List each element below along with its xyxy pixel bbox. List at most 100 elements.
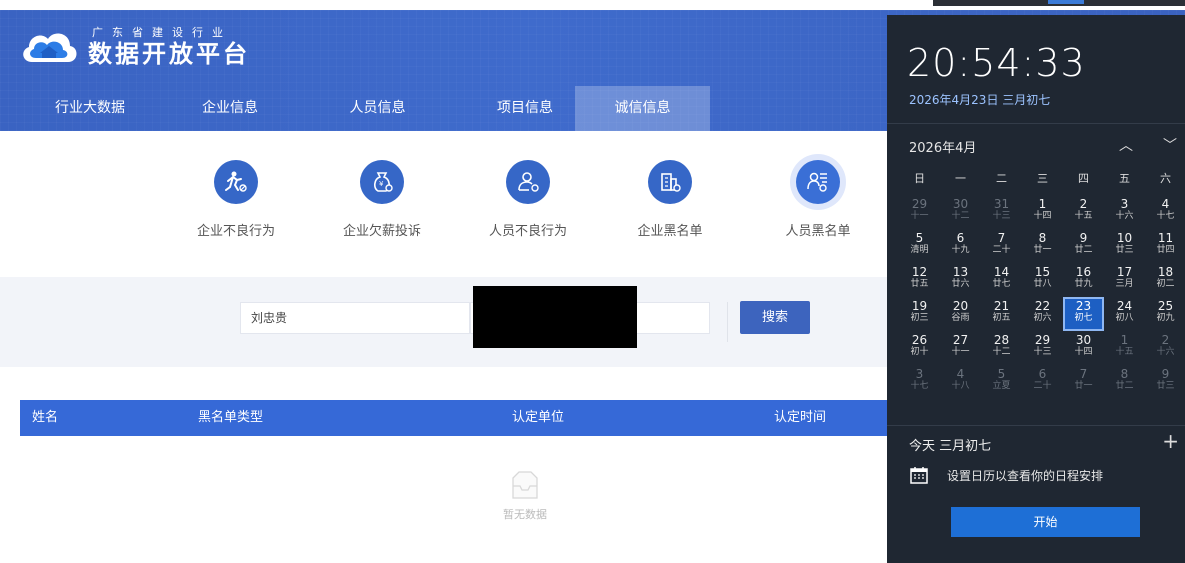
calendar-day[interactable]: 14 廿七 [981,263,1022,297]
calendar-day[interactable]: 4 十七 [1145,195,1185,229]
name-search-input[interactable]: 刘忠贵 [240,302,470,334]
calendar-day[interactable]: 29 十三 [1022,331,1063,365]
category-company-blacklist[interactable]: 企业黑名单 [610,160,730,239]
lunar-date: 廿三 [1115,245,1134,255]
lunar-date: 清明 [910,245,929,255]
calendar-day[interactable]: 6 十九 [940,229,981,263]
day-number: 19 [911,299,928,313]
calendar-day[interactable]: 17 三月 [1104,263,1145,297]
nav-project-info[interactable]: 项目信息 [475,86,575,131]
day-number: 12 [911,265,928,279]
calendar-day[interactable]: 1 十五 [1104,331,1145,365]
nav-credit-info[interactable]: 诚信信息 [575,86,710,131]
calendar-day[interactable]: 8 廿二 [1104,365,1145,399]
category-personnel-blacklist[interactable]: 人员黑名单 [758,160,878,239]
start-button[interactable]: 开始 [951,507,1140,537]
calendar-week-row: 19 初三 20 谷雨 21 初五 22 初六 23 初七 24 初八 25 初九 [899,297,1185,331]
calendar-day[interactable]: 10 廿三 [1104,229,1145,263]
calendar-day[interactable]: 9 廿三 [1145,365,1185,399]
nav-company-info[interactable]: 企业信息 [180,86,280,131]
day-number: 23 [1075,299,1092,313]
chevron-down-icon[interactable]: ﹀ [1163,135,1177,155]
calendar-month-title[interactable]: 2026年4月 [909,137,976,156]
lunar-date: 初七 [1074,313,1093,323]
calendar-day[interactable]: 21 初五 [981,297,1022,331]
calendar-day[interactable]: 8 廿一 [1022,229,1063,263]
calendar-grid: 29 十一 30 十二 31 十三 1 十四 2 十五 3 十六 4 十七 5 清明 6 十九 7 二十 8 廿一 9 廿二 1… [899,195,1185,399]
calendar-day[interactable]: 20 谷雨 [940,297,981,331]
lunar-date: 十一 [910,211,929,221]
calendar-day[interactable]: 11 廿四 [1145,229,1185,263]
calendar-day[interactable]: 16 廿九 [1063,263,1104,297]
calendar-day[interactable]: 29 十一 [899,195,940,229]
day-number: 25 [1157,299,1174,313]
money-bag-icon: ¥ [360,160,404,204]
calendar-day[interactable]: 31 十三 [981,195,1022,229]
calendar-day[interactable]: 5 立夏 [981,365,1022,399]
day-number: 27 [952,333,969,347]
calendar-day[interactable]: 27 十一 [940,331,981,365]
calendar-day[interactable]: 6 二十 [1022,365,1063,399]
category-personnel-misconduct[interactable]: 人员不良行为 [468,160,588,239]
agenda-text: 设置日历以查看你的日程安排 [947,468,1104,483]
calendar-day[interactable]: 3 十六 [1104,195,1145,229]
calendar-day[interactable]: 3 十七 [899,365,940,399]
running-person-icon [214,160,258,204]
day-number: 1 [1120,333,1129,347]
lunar-date: 初八 [1115,313,1134,323]
site-logo[interactable]: 广东省建设行业 数据开放平台 [18,22,250,72]
calendar-day[interactable]: 25 初九 [1145,297,1185,331]
lunar-date: 十九 [951,245,970,255]
calendar-day[interactable]: 19 初三 [899,297,940,331]
day-number: 3 [915,367,924,381]
nav-industry-data[interactable]: 行业大数据 [0,86,180,131]
calendar-day-today[interactable]: 23 初七 [1063,297,1104,331]
calendar-day[interactable]: 2 十五 [1063,195,1104,229]
weekday: 四 [1078,172,1089,185]
day-number: 4 [1161,197,1170,211]
calendar-day[interactable]: 26 初十 [899,331,940,365]
calendar-day[interactable]: 30 十二 [940,195,981,229]
calendar-day[interactable]: 7 二十 [981,229,1022,263]
calendar-day[interactable]: 28 十二 [981,331,1022,365]
calendar-day[interactable]: 2 十六 [1145,331,1185,365]
flyout-divider [887,425,1185,426]
calendar-day[interactable]: 18 初二 [1145,263,1185,297]
lunar-date: 初二 [1156,279,1175,289]
credit-category-list: 企业不良行为 ¥ 企业欠薪投诉 人员不良行为 企业黑名单 人员黑名单 [0,160,900,260]
lunar-date: 立夏 [992,381,1011,391]
calendar-day[interactable]: 22 初六 [1022,297,1063,331]
calendar-day[interactable]: 4 十八 [940,365,981,399]
weekday: 五 [1119,172,1130,185]
day-number: 13 [952,265,969,279]
calendar-day[interactable]: 1 十四 [1022,195,1063,229]
logo-title: 数据开放平台 [88,40,250,68]
calendar-day[interactable]: 30 十四 [1063,331,1104,365]
day-number: 18 [1157,265,1174,279]
category-wage-complaint[interactable]: ¥ 企业欠薪投诉 [322,160,442,239]
day-number: 3 [1120,197,1129,211]
calendar-day[interactable]: 15 廿八 [1022,263,1063,297]
column-header-date: 认定时间 [774,410,827,425]
add-event-icon[interactable]: + [1162,429,1179,453]
lunar-date: 廿二 [1074,245,1093,255]
day-number: 5 [915,231,924,245]
calendar-day[interactable]: 24 初八 [1104,297,1145,331]
calendar-day[interactable]: 9 廿二 [1063,229,1104,263]
chevron-up-icon[interactable]: ︿ [1119,135,1133,155]
weekday: 日 [914,172,925,185]
nav-personnel-info[interactable]: 人员信息 [280,86,475,131]
search-button[interactable]: 搜索 [740,301,810,334]
lunar-date: 廿五 [910,279,929,289]
category-label: 企业不良行为 [196,224,275,239]
calendar-day[interactable]: 13 廿六 [940,263,981,297]
calendar-day[interactable]: 12 廿五 [899,263,940,297]
clock-date-link[interactable]: 2026年4月23日 三月初七 [909,91,1050,108]
lunar-date: 廿一 [1033,245,1052,255]
lunar-date: 初十 [910,347,929,357]
calendar-day[interactable]: 7 廿一 [1063,365,1104,399]
calendar-day[interactable]: 5 清明 [899,229,940,263]
calendar-flyout: 20:54:33 2026年4月23日 三月初七 2026年4月 ︿ ﹀ 日 一… [887,15,1185,563]
category-company-misconduct[interactable]: 企业不良行为 [176,160,296,239]
person-list-icon [796,160,840,204]
